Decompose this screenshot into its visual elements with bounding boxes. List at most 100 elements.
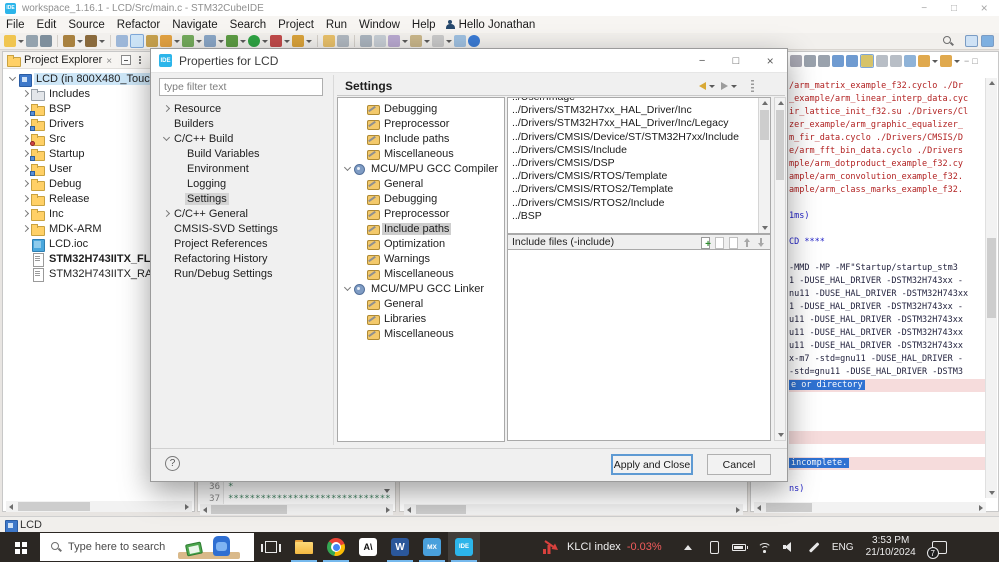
console-hscrollbar[interactable] [754, 502, 986, 513]
dropdown-caret-icon[interactable] [446, 39, 452, 43]
twisty-icon[interactable] [20, 88, 31, 99]
scroll-down-icon[interactable] [778, 433, 784, 437]
move-down-icon[interactable] [755, 237, 766, 248]
dropdown-caret-icon[interactable] [932, 59, 938, 63]
run-icon[interactable] [248, 35, 268, 47]
menu-help[interactable]: Help [406, 19, 442, 31]
tray-wifi-button[interactable] [752, 542, 777, 553]
tray-battery-button[interactable] [727, 543, 752, 551]
prev-console-icon[interactable] [846, 55, 858, 67]
clock[interactable]: 3:53 PM 21/10/2024 [859, 532, 923, 562]
tree-item-mcu-mpu-gcc-linker[interactable]: MCU/MPU GCC Linker [338, 281, 504, 296]
scroll-down-icon[interactable] [384, 489, 390, 493]
taskbar-app-cubeide[interactable]: IDE [448, 532, 480, 562]
editor-hscrollbar[interactable] [200, 504, 393, 515]
tree-item-general[interactable]: General [338, 296, 504, 311]
dropdown-caret-icon[interactable] [424, 39, 430, 43]
dropdown-caret-icon[interactable] [306, 39, 312, 43]
tree-item-preprocessor[interactable]: Preprocessor [338, 116, 504, 131]
console-settings-icon[interactable] [860, 54, 874, 68]
next-console-icon[interactable] [832, 55, 844, 67]
twisty-icon[interactable] [20, 208, 31, 219]
include-path-item[interactable]: ../BSP [508, 210, 756, 223]
taskbar-app-file-explorer[interactable] [288, 532, 320, 562]
scroll-up-icon[interactable] [778, 101, 784, 105]
scroll-left-icon[interactable] [407, 506, 411, 513]
twisty-icon[interactable] [342, 163, 353, 174]
twisty-icon[interactable] [342, 283, 353, 294]
tree-item-preprocessor[interactable]: Preprocessor [338, 206, 504, 221]
tree-item-refactoring-history[interactable]: Refactoring History [157, 251, 329, 266]
link-with-editor-icon[interactable] [454, 35, 466, 47]
tray-phone-button[interactable] [702, 540, 727, 554]
cancel-button[interactable]: Cancel [707, 454, 771, 475]
tree-item-mcu-mpu-gcc-compiler[interactable]: MCU/MPU GCC Compiler [338, 161, 504, 176]
dropdown-caret-icon[interactable] [77, 39, 83, 43]
include-path-item[interactable]: ../User/Image [508, 98, 756, 104]
edit-icon[interactable] [713, 236, 724, 249]
taskbar-app-cubemx[interactable]: MX [416, 532, 448, 562]
pin-console-icon[interactable] [904, 55, 916, 67]
menu-edit[interactable]: Edit [31, 19, 63, 31]
clear-console-icon[interactable] [876, 55, 888, 67]
twisty-icon[interactable] [20, 193, 31, 204]
tree-item-miscellaneous[interactable]: Miscellaneous [338, 326, 504, 341]
tray-pen-button[interactable] [802, 541, 827, 553]
scroll-thumb[interactable] [760, 110, 769, 140]
dialog-minimize-button[interactable] [685, 49, 719, 72]
new-wizard-icon[interactable] [4, 35, 24, 47]
scroll-thumb[interactable] [766, 503, 812, 512]
dropdown-caret-icon[interactable] [174, 39, 180, 43]
scroll-right-icon[interactable] [979, 504, 983, 511]
tree-item-miscellaneous[interactable]: Miscellaneous [338, 266, 504, 281]
dialog-maximize-button[interactable] [719, 49, 753, 72]
remove-launch-icon[interactable] [804, 55, 816, 67]
tree-item-logging[interactable]: Logging [157, 176, 329, 191]
scroll-left-icon[interactable] [757, 504, 761, 511]
tree-item-cmsis-svd-settings[interactable]: CMSIS-SVD Settings [157, 221, 329, 236]
include-path-item[interactable]: ../Drivers/CMSIS/RTOS2/Template [508, 183, 756, 196]
collapse-all-icon[interactable] [121, 55, 131, 65]
twisty-icon[interactable] [161, 103, 172, 114]
dropdown-caret-icon[interactable] [284, 39, 290, 43]
external-tools-icon[interactable] [292, 35, 312, 47]
tree-item-project-references[interactable]: Project References [157, 236, 329, 251]
open-perspective-icon[interactable] [965, 35, 978, 47]
cpp-perspective-icon[interactable] [981, 35, 994, 47]
scroll-left-icon[interactable] [9, 503, 13, 510]
tree-item-build-variables[interactable]: Build Variables [157, 146, 329, 161]
tree-item-libraries[interactable]: Libraries [338, 311, 504, 326]
dropdown-caret-icon[interactable] [240, 39, 246, 43]
tree-item-debugging[interactable]: Debugging [338, 101, 504, 116]
move-up-icon[interactable] [741, 237, 752, 248]
scroll-thumb[interactable] [776, 110, 784, 180]
scroll-thumb[interactable] [18, 502, 90, 511]
tree-item-include-paths[interactable]: Include paths [338, 221, 504, 236]
include-path-item[interactable]: ../Drivers/CMSIS/RTOS2/Include [508, 197, 756, 210]
user-account[interactable]: Hello Jonathan [445, 19, 535, 31]
dropdown-caret-icon[interactable] [218, 39, 224, 43]
stock-widget[interactable]: KLCI index -0.03% [542, 532, 662, 562]
forward-menu-caret-icon[interactable] [731, 84, 737, 88]
tree-item-builders[interactable]: Builders [157, 116, 329, 131]
hammer-icon[interactable] [85, 35, 105, 47]
console-minimize-icon[interactable]: − [964, 56, 969, 66]
tree-item-run-debug-settings[interactable]: Run/Debug Settings [157, 266, 329, 281]
tree-item-include-paths[interactable]: Include paths [338, 131, 504, 146]
pin-icon[interactable] [374, 35, 386, 47]
forward-icon[interactable] [721, 82, 728, 90]
back-icon[interactable] [699, 82, 706, 90]
menu-run[interactable]: Run [320, 19, 353, 31]
menu-source[interactable]: Source [62, 19, 110, 31]
tree-item-general[interactable]: General [338, 176, 504, 191]
minimize-button[interactable] [909, 0, 939, 16]
menu-project[interactable]: Project [272, 19, 320, 31]
editor2-hscrollbar[interactable] [404, 504, 743, 515]
dialog-close-button[interactable] [753, 49, 787, 72]
notification-button[interactable]: 7 [923, 532, 957, 562]
dropdown-caret-icon[interactable] [402, 39, 408, 43]
dialog-titlebar[interactable]: IDE Properties for LCD [151, 49, 787, 73]
scroll-left-icon[interactable] [203, 506, 207, 513]
scroll-thumb[interactable] [211, 505, 287, 514]
twisty-icon[interactable] [20, 223, 31, 234]
